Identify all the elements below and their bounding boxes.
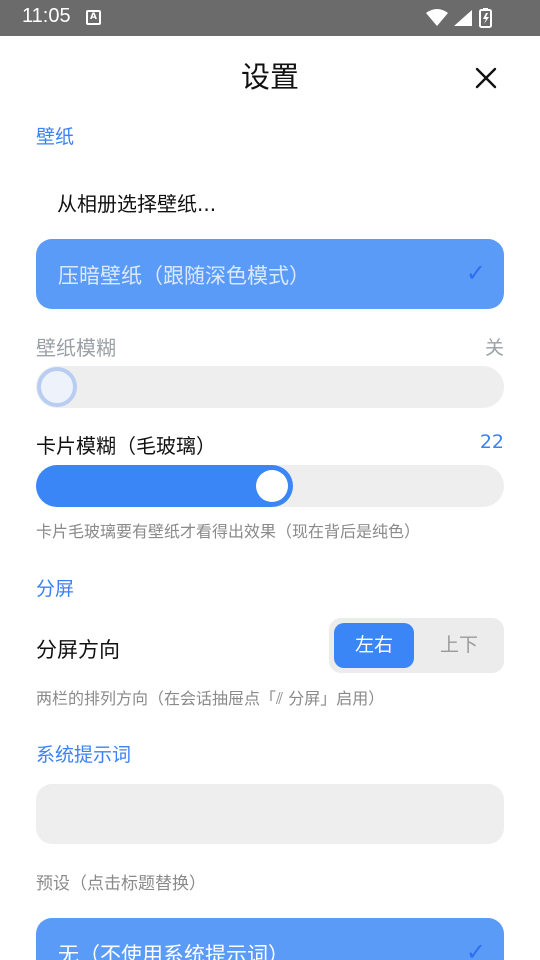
page-title: 设置: [240, 60, 299, 94]
status-bar: 11:05 A: [0, 0, 540, 36]
preset-none-label: 无（不使用系统提示词）: [58, 943, 289, 960]
card-blur-label: 卡片模糊（毛玻璃）: [36, 434, 216, 458]
wallpaper-blur-label: 壁纸模糊: [36, 336, 116, 360]
settings-header: 设置: [0, 36, 540, 118]
split-direction-label: 分屏方向: [36, 638, 120, 662]
card-blur-hint: 卡片毛玻璃要有壁纸才看得出效果（现在背后是纯色）: [36, 522, 421, 541]
wallpaper-blur-value: 关: [484, 337, 504, 359]
split-direction-toggle[interactable]: 左右 上下: [329, 618, 504, 673]
choose-wallpaper-button[interactable]: 从相册选择壁纸...: [57, 188, 216, 217]
card-blur-slider[interactable]: [36, 465, 504, 507]
status-time: 11:05: [22, 5, 71, 27]
dim-wallpaper-option[interactable]: 压暗壁纸（跟随深色模式） ✓: [36, 239, 504, 309]
section-split: 分屏: [36, 578, 75, 600]
notification-icon: A: [86, 10, 101, 25]
section-wallpaper: 壁纸: [36, 126, 75, 148]
wallpaper-blur-slider-knob[interactable]: [37, 367, 77, 407]
close-icon[interactable]: [470, 62, 502, 94]
presets-label: 预设（点击标题替换）: [36, 874, 206, 894]
card-blur-value: 22: [479, 431, 504, 453]
preset-none-option[interactable]: 无（不使用系统提示词） ✓: [36, 918, 504, 960]
check-icon: ✓: [465, 259, 486, 287]
system-prompt-input[interactable]: [36, 784, 504, 844]
card-blur-slider-fill: [36, 465, 293, 507]
dim-wallpaper-label: 压暗壁纸（跟随深色模式）: [58, 264, 310, 288]
split-option-top-bottom[interactable]: 上下: [419, 623, 499, 668]
card-blur-slider-knob[interactable]: [256, 470, 288, 502]
wallpaper-blur-slider[interactable]: [36, 366, 504, 408]
status-icons: [426, 8, 492, 28]
split-hint: 两栏的排列方向（在会话抽屉点「⫽ 分屏」启用）: [36, 689, 385, 708]
signal-icon: [454, 10, 472, 26]
section-system-prompt: 系统提示词: [36, 744, 132, 766]
split-option-left-right[interactable]: 左右: [334, 623, 414, 668]
check-icon: ✓: [465, 938, 486, 960]
battery-icon: [479, 8, 492, 28]
wifi-icon: [426, 9, 448, 26]
